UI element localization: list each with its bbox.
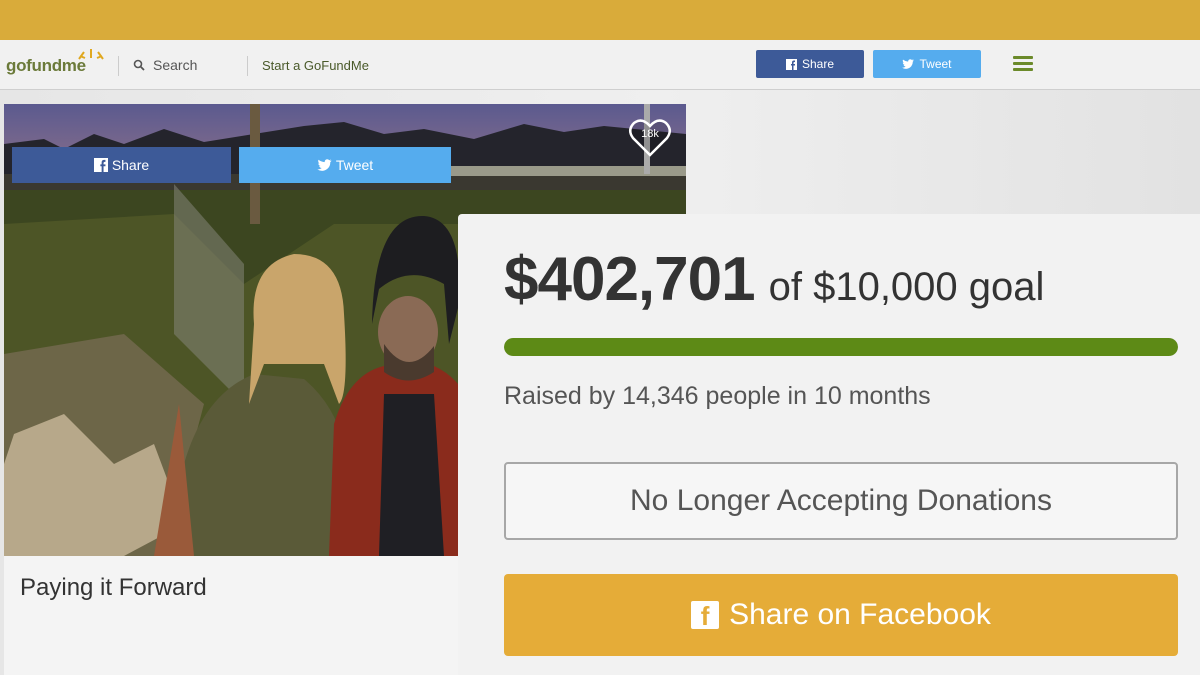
header-share-label: Share xyxy=(801,57,835,71)
logo-text: gofundme xyxy=(6,56,86,75)
campaign-share-label: Share xyxy=(111,157,150,173)
share-on-facebook-label: Share on Facebook xyxy=(729,598,991,631)
campaign-tweet-button[interactable]: Tweet xyxy=(239,147,451,183)
site-header: gofundme Search Start a GoFundMe Share T… xyxy=(0,40,1200,90)
logo-sun-icon xyxy=(78,49,104,60)
top-band xyxy=(0,0,1200,40)
raised-by-text: Raised by 14,346 people in 10 months xyxy=(504,382,931,410)
search-link[interactable]: Search xyxy=(133,57,197,73)
likes-count: 18k xyxy=(641,128,659,140)
header-tweet-button[interactable]: Tweet xyxy=(873,50,981,78)
donation-card: $402,701 of $10,000 goal Raised by 14,34… xyxy=(458,214,1200,675)
facebook-icon xyxy=(93,158,108,172)
facebook-icon xyxy=(785,58,797,70)
header-tweet-label: Tweet xyxy=(919,57,952,71)
hamburger-menu-icon[interactable] xyxy=(1013,56,1033,72)
gofundme-logo[interactable]: gofundme xyxy=(6,49,104,76)
goal-text: of $10,000 goal xyxy=(768,265,1045,309)
campaign-share-button[interactable]: Share xyxy=(12,147,231,183)
header-divider xyxy=(247,56,248,76)
share-on-facebook-button[interactable]: f Share on Facebook xyxy=(504,574,1178,656)
browser-screen: gofundme Search Start a GoFundMe Share T… xyxy=(0,40,1200,675)
progress-fill xyxy=(504,338,1178,356)
progress-bar xyxy=(504,338,1178,356)
start-gofundme-link[interactable]: Start a GoFundMe xyxy=(262,58,369,73)
no-longer-accepting-button[interactable]: No Longer Accepting Donations xyxy=(504,462,1178,540)
search-icon xyxy=(133,59,145,71)
campaign-card: Paying it Forward xyxy=(4,556,458,675)
header-share-button[interactable]: Share xyxy=(756,50,864,78)
facebook-icon: f xyxy=(691,601,720,629)
twitter-icon xyxy=(902,59,915,69)
raised-amount: $402,701 xyxy=(504,245,756,314)
twitter-icon xyxy=(317,159,332,171)
amount-row: $402,701 of $10,000 goal xyxy=(504,244,1044,315)
campaign-title: Paying it Forward xyxy=(20,574,207,601)
header-divider xyxy=(118,56,119,76)
campaign-tweet-label: Tweet xyxy=(335,157,374,173)
search-label: Search xyxy=(153,57,198,73)
